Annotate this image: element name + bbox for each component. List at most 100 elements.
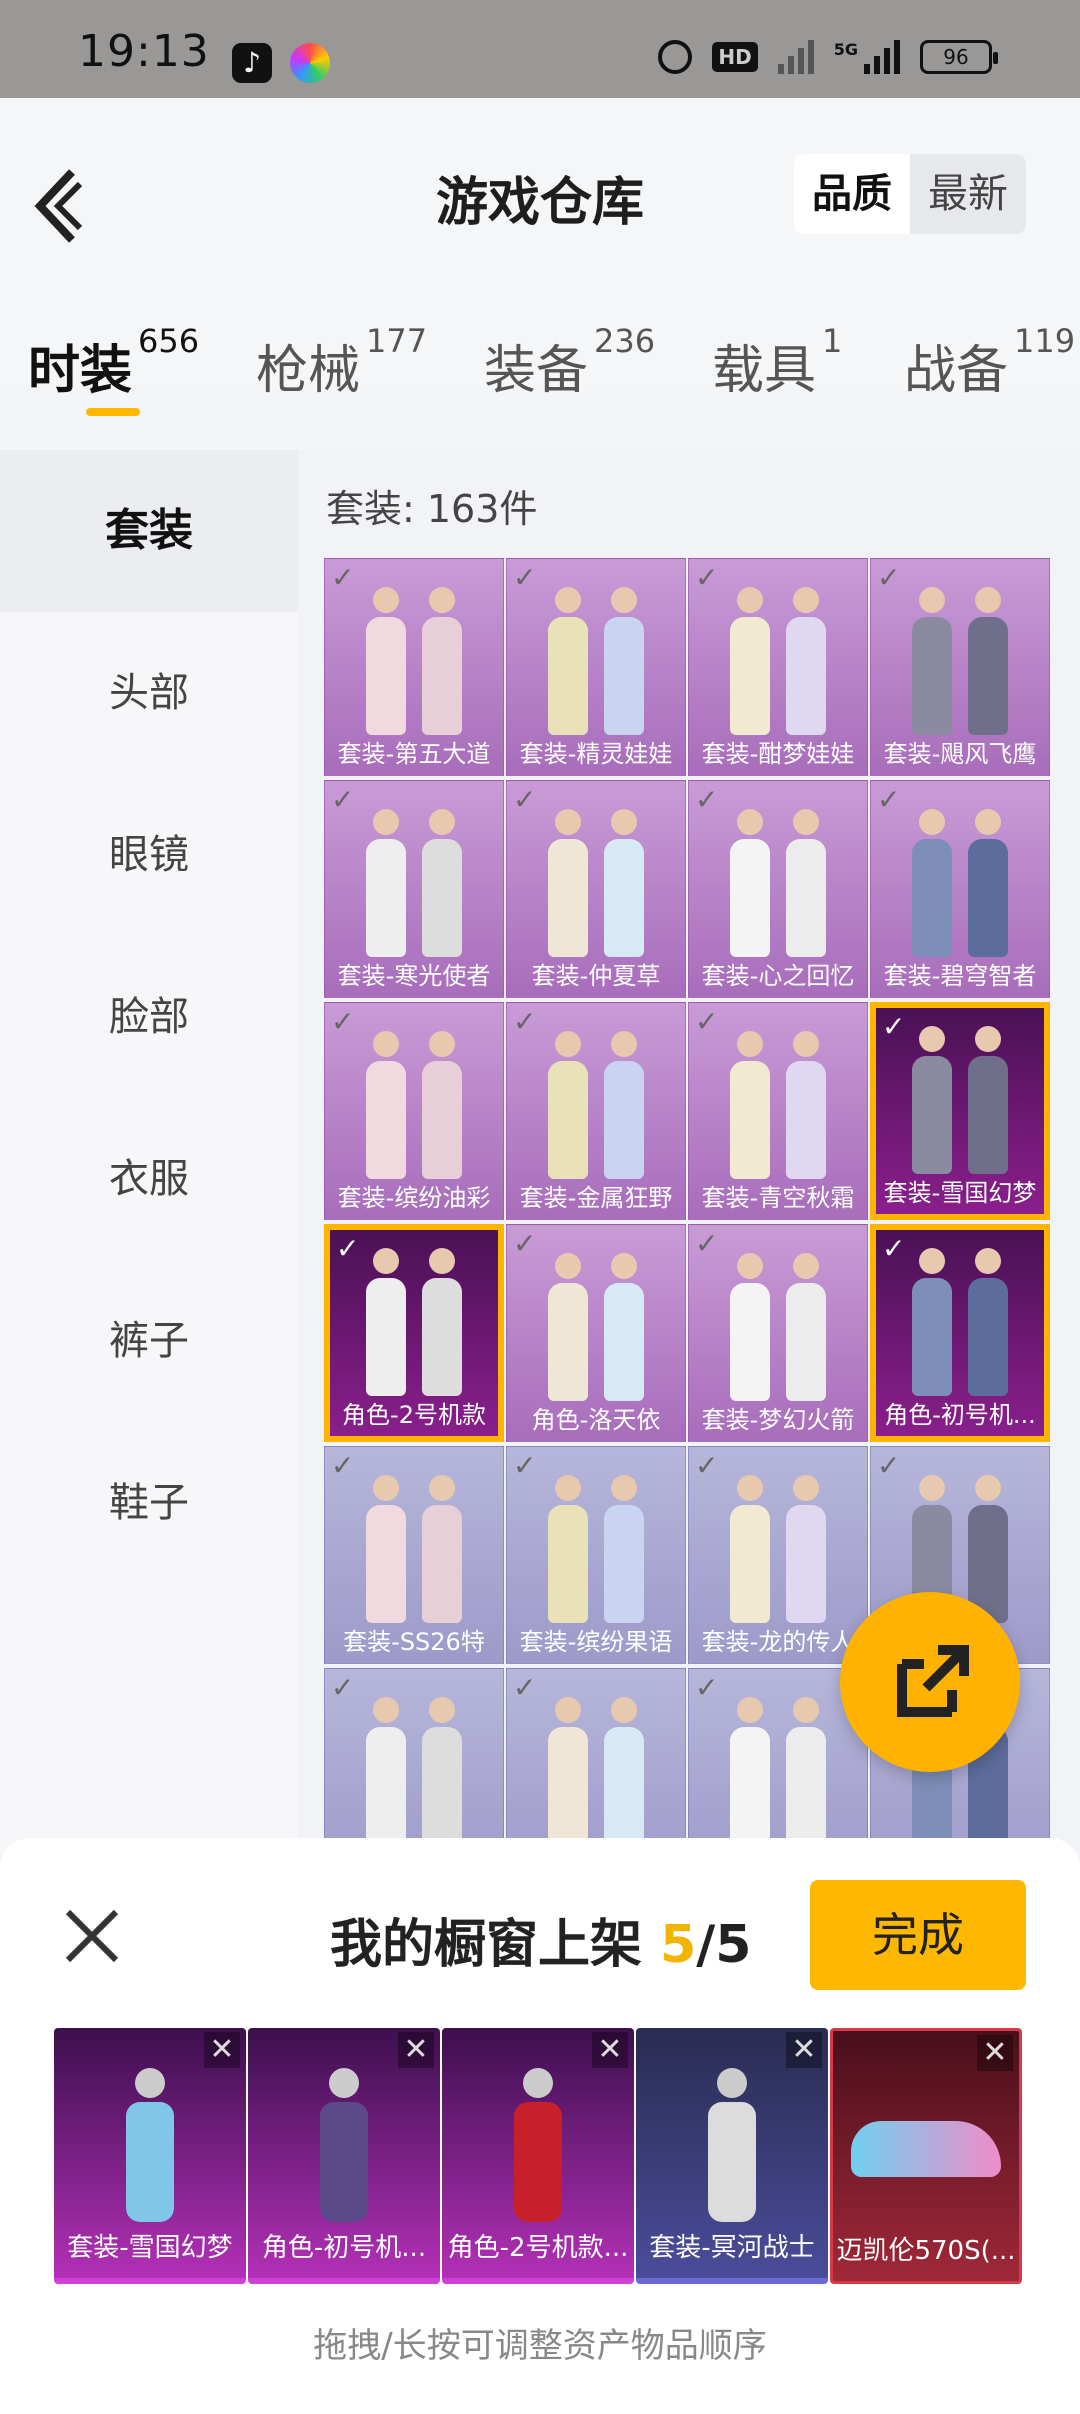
character-figure <box>912 587 952 735</box>
character-figure <box>786 1697 826 1845</box>
character-figure <box>422 1248 462 1396</box>
grid-item-name: 套装-碧穹智者 <box>883 962 1037 990</box>
grid-item[interactable]: ✓ 角色-初号机... <box>870 1224 1050 1442</box>
grid-item-name: 套装-缤纷果语 <box>519 1628 673 1656</box>
grid-item[interactable]: ✓ 套装-缤纷油彩 <box>324 1002 504 1220</box>
close-icon[interactable] <box>60 1904 124 1968</box>
character-image <box>126 2068 174 2222</box>
showcase-item[interactable]: ✕ 角色-初号机... <box>248 2028 440 2284</box>
grid-item-name: 套装-缤纷油彩 <box>337 1184 491 1212</box>
status-time: 19:13 <box>78 26 210 77</box>
select-check-icon: ✓ <box>877 1449 901 1482</box>
grid-item-name: 套装-精灵娃娃 <box>519 740 673 768</box>
showcase-item[interactable]: ✕ 套装-冥河战士 <box>636 2028 828 2284</box>
grid-item[interactable]: ✓ 套装-SS26特 <box>324 1446 504 1664</box>
showcase-item[interactable]: ✕ 套装-雪国幻梦 <box>54 2028 246 2284</box>
colorful-app-icon <box>290 43 330 83</box>
sidebar: 套装 头部 眼镜 脸部 衣服 裤子 鞋子 <box>0 450 298 1850</box>
grid-item[interactable]: ✓ 套装-精灵娃娃 <box>506 558 686 776</box>
sort-quality[interactable]: 品质 <box>794 154 910 234</box>
grid-item-name: 套装-雪国幻梦 <box>883 1179 1037 1207</box>
character-figure <box>912 809 952 957</box>
hd-icon: HD <box>712 42 758 72</box>
remove-item-icon[interactable]: ✕ <box>786 2032 822 2068</box>
character-figure <box>548 809 588 957</box>
character-figure <box>912 1026 952 1174</box>
showcase-item-name: 迈凯伦570S(... <box>836 2236 1016 2266</box>
alarm-icon <box>658 40 693 74</box>
grid-item-name: 套装-酣梦娃娃 <box>701 740 855 768</box>
sort-latest[interactable]: 最新 <box>910 154 1026 234</box>
showcase-title: 我的橱窗上架 5/5 <box>330 1915 752 1975</box>
tab-fashion[interactable]: 时装656 <box>28 322 199 403</box>
grid-item[interactable]: ✓ 套装-梦幻火箭 <box>688 1224 868 1442</box>
remove-item-icon[interactable]: ✕ <box>398 2032 434 2068</box>
showcase-item-name: 套装-冥河战士 <box>649 2233 815 2263</box>
sidebar-item-suits[interactable]: 套装 <box>0 450 298 612</box>
sidebar-item-head[interactable]: 头部 <box>0 612 298 774</box>
character-figure <box>604 1697 644 1845</box>
grid-item[interactable]: ✓ 套装-第五大道 <box>324 558 504 776</box>
character-figure <box>968 1026 1008 1174</box>
sidebar-item-pants[interactable]: 裤子 <box>0 1260 298 1422</box>
remove-item-icon[interactable]: ✕ <box>977 2035 1013 2071</box>
share-icon <box>897 1645 969 1717</box>
grid-item-name: 套装-心之回忆 <box>701 962 855 990</box>
character-figure <box>422 1031 462 1179</box>
character-image <box>708 2068 756 2222</box>
grid-item[interactable]: ✓ 套装-寒光使者 <box>324 780 504 998</box>
grid-item-name: 套装-金属狂野 <box>519 1184 673 1212</box>
sidebar-item-clothes[interactable]: 衣服 <box>0 1098 298 1260</box>
character-figure <box>366 1475 406 1623</box>
grid-item-name: 角色-洛天依 <box>531 1406 661 1434</box>
sidebar-item-glasses[interactable]: 眼镜 <box>0 774 298 936</box>
sort-toggle[interactable]: 品质 最新 <box>794 154 1026 234</box>
remove-item-icon[interactable]: ✕ <box>592 2032 628 2068</box>
character-figure <box>786 1253 826 1401</box>
grid-item-name: 套装-飓风飞鹰 <box>883 740 1037 768</box>
tab-vehicles[interactable]: 载具1 <box>712 322 842 403</box>
character-figure <box>730 809 770 957</box>
signal-icon <box>777 40 814 74</box>
grid-item[interactable]: ✓ 套装-金属狂野 <box>506 1002 686 1220</box>
grid-item[interactable]: ✓ 角色-洛天依 <box>506 1224 686 1442</box>
grid-item[interactable]: ✓ 套装-飓风飞鹰 <box>870 558 1050 776</box>
character-figure <box>548 1253 588 1401</box>
character-figure <box>604 1253 644 1401</box>
grid-item[interactable]: ✓ 套装-仲夏草 <box>506 780 686 998</box>
grid-item[interactable]: ✓ 套装-心之回忆 <box>688 780 868 998</box>
select-check-icon: ✓ <box>877 561 901 594</box>
tab-equipment[interactable]: 装备236 <box>484 322 655 403</box>
select-check-icon: ✓ <box>336 1232 360 1265</box>
showcase-sheet: 我的橱窗上架 5/5 完成 ✕ 套装-雪国幻梦 ✕ 角色-初号机... ✕ 角色-2号机款… <box>0 1838 1080 2414</box>
grid-item[interactable]: ✓ 套装-碧穹智者 <box>870 780 1050 998</box>
tab-guns[interactable]: 枪械177 <box>256 322 427 403</box>
tiktok-icon: ♪ <box>232 43 272 83</box>
grid-item[interactable]: ✓ 角色-2号机款 <box>324 1224 504 1442</box>
character-figure <box>366 1031 406 1179</box>
character-figure <box>968 1248 1008 1396</box>
character-figure <box>968 587 1008 735</box>
remove-item-icon[interactable]: ✕ <box>204 2032 240 2068</box>
showcase-item[interactable]: ✕ 迈凯伦570S(... <box>830 2028 1022 2284</box>
showcase-shelf: ✕ 套装-雪国幻梦 ✕ 角色-初号机... ✕ 角色-2号机款... ✕ 套装-冥河战士 ✕ 迈凯… <box>54 2028 1026 2284</box>
grid-item[interactable]: ✓ 套装-缤纷果语 <box>506 1446 686 1664</box>
showcase-item-name: 角色-初号机... <box>261 2233 427 2263</box>
done-button[interactable]: 完成 <box>810 1880 1026 1990</box>
character-figure <box>786 1031 826 1179</box>
sidebar-item-shoes[interactable]: 鞋子 <box>0 1422 298 1584</box>
share-button[interactable] <box>840 1592 1020 1772</box>
grid-item[interactable]: ✓ 套装-雪国幻梦 <box>870 1002 1050 1220</box>
tab-supplies[interactable]: 战备119 <box>904 322 1075 403</box>
item-count: 套装: 163件 <box>326 487 538 531</box>
character-figure <box>366 1697 406 1845</box>
grid-item[interactable]: ✓ 套装-酣梦娃娃 <box>688 558 868 776</box>
sidebar-item-face[interactable]: 脸部 <box>0 936 298 1098</box>
select-check-icon: ✓ <box>695 783 719 816</box>
showcase-item[interactable]: ✕ 角色-2号机款... <box>442 2028 634 2284</box>
grid-item[interactable]: ✓ 套装-青空秋霜 <box>688 1002 868 1220</box>
character-figure <box>730 1031 770 1179</box>
network-type: 5G <box>833 40 858 59</box>
character-figure <box>366 809 406 957</box>
select-check-icon: ✓ <box>882 1010 906 1043</box>
